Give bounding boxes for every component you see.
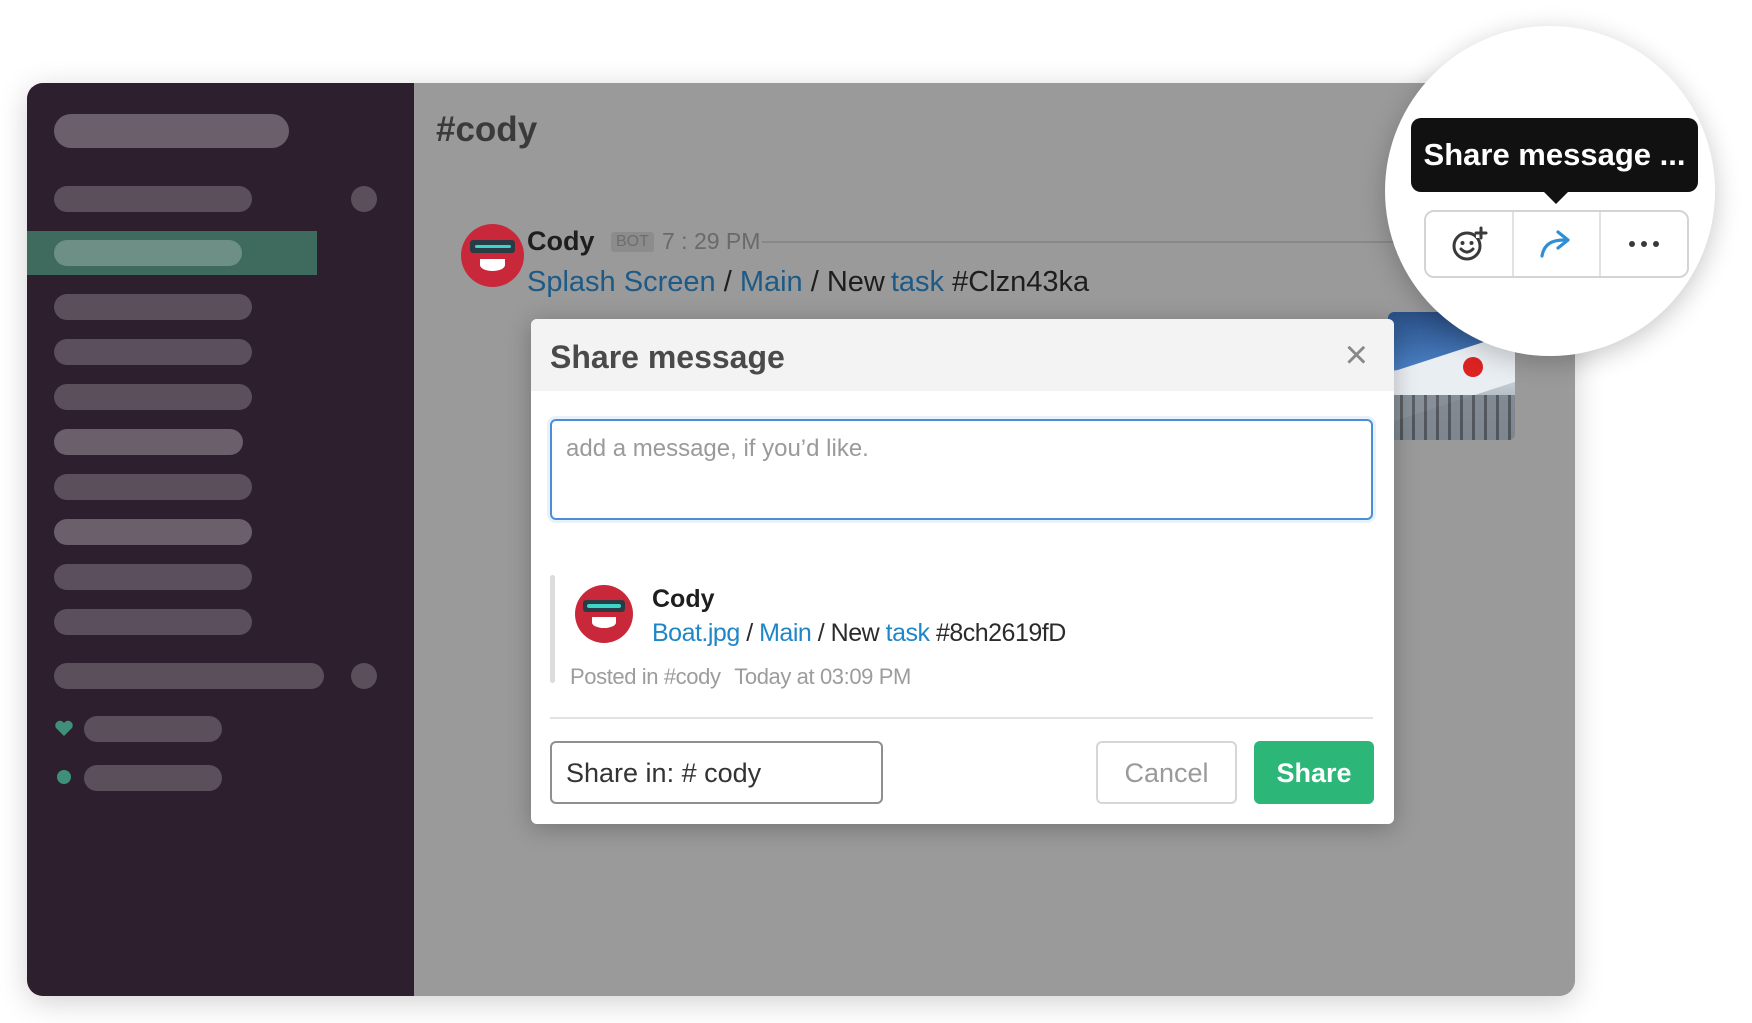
cancel-button[interactable]: Cancel (1096, 741, 1237, 804)
link-boat-jpg[interactable]: Boat.jpg (652, 619, 740, 647)
quoted-timestamp[interactable]: Today at 03:09 PM (734, 664, 911, 689)
task-id: #8ch2619fD (935, 619, 1066, 647)
path-separator: / (746, 619, 753, 647)
channel-title: #cody (436, 110, 538, 149)
link-task[interactable]: task (891, 266, 944, 298)
modal-header: Share message × (531, 319, 1394, 391)
add-reaction-button[interactable] (1426, 212, 1514, 276)
task-id: #Clzn43ka (952, 266, 1090, 298)
quoted-meta: Posted in #cody Today at 03:09 PM (570, 664, 911, 690)
path-new: New (826, 266, 885, 298)
quoted-bot-avatar (575, 585, 633, 643)
tooltip-arrow (1544, 192, 1568, 204)
quoted-author: Cody (652, 585, 715, 613)
share-message-modal: Share message × Cody Boat.jpg / Main / N… (531, 319, 1394, 824)
add-reaction-icon (1452, 226, 1488, 261)
message-author[interactable]: Cody (527, 226, 595, 257)
message-timestamp[interactable]: 7 : 29 PM (662, 228, 760, 255)
share-arrow-icon (1539, 230, 1570, 258)
modal-divider (550, 717, 1373, 719)
sidebar-item-active-placeholder (54, 240, 242, 266)
share-comment-input[interactable] (550, 419, 1373, 520)
sidebar-item-placeholder[interactable] (54, 186, 252, 212)
share-tooltip: Share message ... (1411, 118, 1698, 192)
more-actions-button[interactable] (1601, 212, 1687, 276)
sidebar-dm-placeholder[interactable] (84, 765, 222, 791)
bot-badge: BOT (611, 232, 654, 252)
link-main[interactable]: Main (740, 266, 803, 298)
path-new: New (830, 619, 880, 647)
link-splash-screen[interactable]: Splash Screen (527, 266, 716, 298)
sidebar-add-dot[interactable] (351, 186, 377, 212)
sidebar-dm-placeholder[interactable] (84, 716, 222, 742)
sidebar-item-placeholder[interactable] (54, 384, 252, 410)
message-action-bar (1424, 210, 1689, 278)
path-separator: / (817, 619, 825, 647)
sidebar-section-add-dot[interactable] (351, 663, 377, 689)
sidebar-item-placeholder[interactable] (54, 609, 252, 635)
message-divider (762, 241, 1412, 243)
posted-in-label: Posted in #cody (570, 664, 721, 689)
link-task[interactable]: task (886, 619, 930, 647)
workspace-name-placeholder[interactable] (54, 114, 289, 148)
close-icon[interactable]: × (1345, 333, 1368, 377)
sidebar-section-placeholder[interactable] (54, 663, 324, 689)
online-status-dot (57, 770, 71, 784)
bot-avatar[interactable] (461, 224, 524, 287)
sidebar-item-placeholder[interactable] (54, 294, 252, 320)
quote-bar (550, 575, 555, 683)
sidebar-item-placeholder[interactable] (54, 564, 252, 590)
sidebar-item-placeholder[interactable] (54, 339, 252, 365)
link-main[interactable]: Main (759, 619, 812, 647)
path-separator: / (723, 266, 732, 298)
share-button[interactable]: Share (1254, 741, 1374, 804)
sidebar-item-placeholder[interactable] (54, 474, 252, 500)
heart-icon (55, 720, 73, 736)
sidebar-item-placeholder[interactable] (54, 519, 252, 545)
share-in-select[interactable]: Share in: # cody (550, 741, 883, 804)
path-separator: / (810, 266, 819, 298)
sidebar-item-placeholder[interactable] (54, 429, 243, 455)
modal-title: Share message (550, 339, 785, 375)
sidebar (27, 83, 414, 996)
quoted-text: Boat.jpg / Main / New task #8ch2619fD (652, 619, 1066, 648)
message-text: Splash Screen / Main / New task #Clzn43ka (527, 266, 1089, 299)
share-message-button[interactable] (1514, 212, 1602, 276)
more-actions-icon (1629, 241, 1660, 247)
